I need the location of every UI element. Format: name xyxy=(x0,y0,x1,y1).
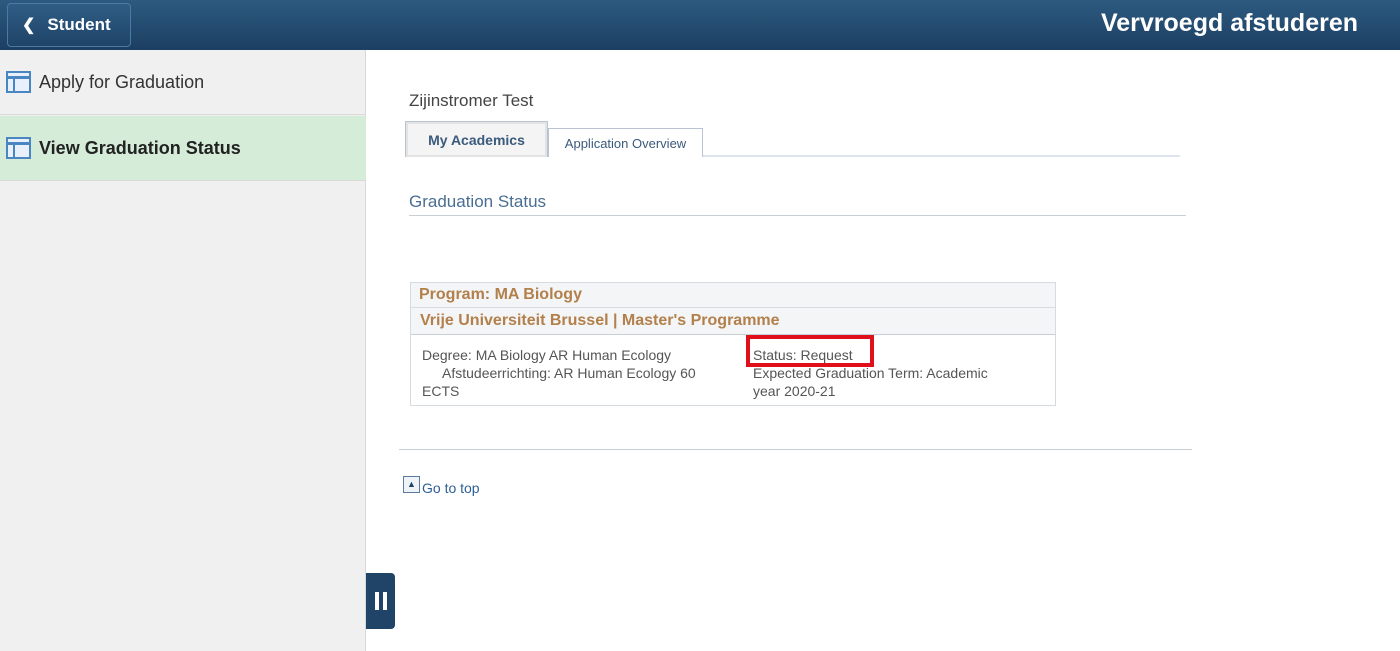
program-header-row: Program: MA Biology xyxy=(411,283,1055,308)
section-title: Graduation Status xyxy=(409,192,547,211)
tab-application-overview[interactable]: Application Overview xyxy=(548,128,703,157)
page-title: Vervroegd afstuderen xyxy=(1100,9,1358,37)
main-content: Zijinstromer Test My Academics Applicati… xyxy=(366,50,1400,651)
tab-my-academics[interactable]: My Academics xyxy=(405,121,548,157)
degree-line: Degree: MA Biology AR Human Ecology xyxy=(422,347,672,363)
institution-row: Vrije Universiteit Brussel | Master's Pr… xyxy=(411,308,1055,335)
page-header: ❮ Student Vervroegd afstuderen xyxy=(0,0,1400,50)
status-highlight-box xyxy=(746,335,874,367)
degree-info: Degree: MA Biology AR Human Ecology Afst… xyxy=(422,346,742,400)
arrow-up-icon: ▲ xyxy=(403,475,420,493)
content-divider xyxy=(399,449,1192,450)
section-divider xyxy=(409,215,1186,216)
institution-label: Vrije Universiteit Brussel | Master's Pr… xyxy=(420,312,780,329)
page-layout-icon xyxy=(6,137,31,159)
sidebar-item-view-graduation-status[interactable]: View Graduation Status xyxy=(0,116,366,181)
program-card: Program: MA Biology Vrije Universiteit B… xyxy=(410,282,1056,406)
go-to-top-link[interactable]: ▲ Go to top xyxy=(403,472,480,496)
go-to-top-label: Go to top xyxy=(422,480,480,496)
back-button-label: Student xyxy=(47,15,111,34)
back-to-student-button[interactable]: ❮ Student xyxy=(7,3,131,47)
tab-bar: My Academics Application Overview xyxy=(405,121,1180,157)
expected-term-year: year 2020-21 xyxy=(753,383,836,399)
program-label: Program: MA Biology xyxy=(419,286,582,303)
credits-line: ECTS xyxy=(422,383,460,399)
page-layout-icon xyxy=(6,71,31,93)
specialization-line: Afstudeerrichting: AR Human Ecology 60 xyxy=(442,365,696,381)
sidebar: Apply for Graduation View Graduation Sta… xyxy=(0,50,366,651)
sidebar-item-apply-for-graduation[interactable]: Apply for Graduation xyxy=(0,50,366,115)
sidebar-item-label: Apply for Graduation xyxy=(39,71,205,92)
sidebar-item-label: View Graduation Status xyxy=(39,137,241,158)
student-name: Zijinstromer Test xyxy=(409,91,534,110)
chevron-left-icon: ❮ xyxy=(22,17,36,34)
